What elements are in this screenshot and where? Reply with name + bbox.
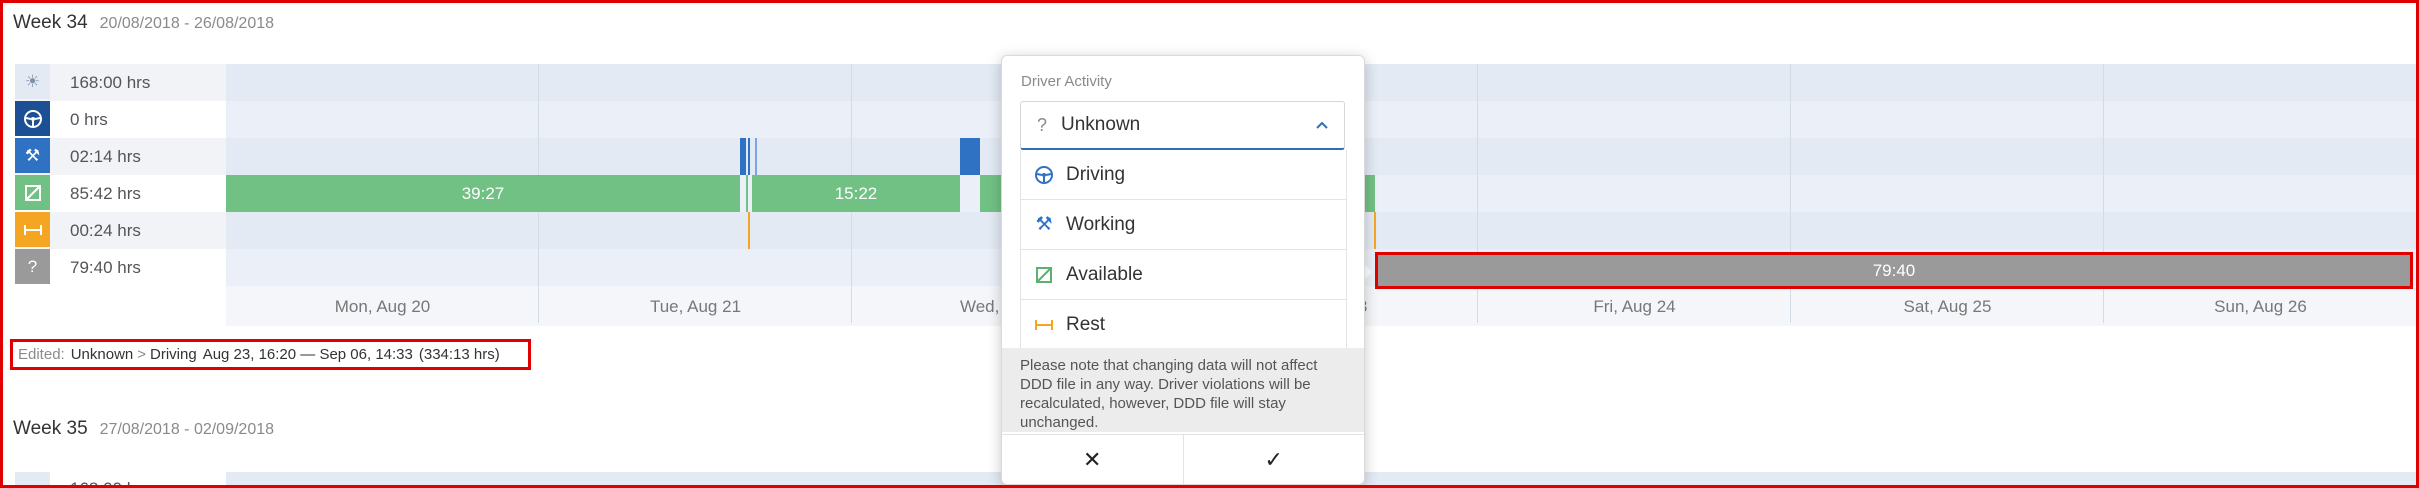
working-bar[interactable] xyxy=(748,138,750,175)
week-34-title: Week 34 xyxy=(13,12,88,33)
week-35-range: 27/08/2018 - 02/09/2018 xyxy=(99,421,275,438)
edit-summary: Edited: Unknown > Driving Aug 23, 16:20 … xyxy=(10,339,531,370)
steering-wheel-icon xyxy=(15,101,50,136)
hammers-icon: ⚒ xyxy=(1035,214,1053,235)
sun-icon xyxy=(15,472,50,485)
option-label: Available xyxy=(1066,263,1143,285)
option-available[interactable]: Available xyxy=(1021,250,1346,300)
rest-icon xyxy=(1033,314,1055,336)
available-bar[interactable] xyxy=(746,175,748,212)
option-label: Driving xyxy=(1066,163,1126,185)
edit-duration: (334:13 hrs) xyxy=(418,346,500,363)
edit-period: Aug 23, 16:20 — Sep 06, 14:33 xyxy=(202,346,413,363)
rest-icon xyxy=(15,212,50,247)
chevron-up-icon[interactable] xyxy=(1312,115,1332,135)
activity-select-value: Unknown xyxy=(1061,114,1141,135)
row-label-unknown: 79:40 hrs xyxy=(70,257,141,277)
activity-select[interactable]: ? Unknown xyxy=(1020,101,1345,150)
available-icon xyxy=(1033,264,1055,286)
row-label-working: 02:14 hrs xyxy=(70,146,141,166)
popup-title: Driver Activity xyxy=(1021,73,1112,90)
edit-from: Unknown xyxy=(70,346,134,363)
week-35-title: Week 35 xyxy=(13,418,88,439)
option-working[interactable]: ⚒ Working xyxy=(1021,200,1346,250)
option-label: Rest xyxy=(1066,313,1106,335)
sun-icon: ☀ xyxy=(15,64,50,99)
available-bar[interactable] xyxy=(980,175,1001,212)
option-rest[interactable]: Rest xyxy=(1021,300,1346,350)
week-34-header: Week 34 20/08/2018 - 26/08/2018 xyxy=(13,12,274,34)
available-bar[interactable] xyxy=(1365,175,1375,212)
popup-actions: ✕ ✓ xyxy=(1002,434,1364,484)
working-bar[interactable] xyxy=(960,138,980,175)
driver-activity-popup: Driver Activity ? Unknown Driving ⚒ Work… xyxy=(1001,55,1365,485)
available-bar-label: 15:22 xyxy=(834,183,878,203)
day-label: Sat, Aug 25 xyxy=(1903,296,1992,316)
unknown-bar-label: 79:40 xyxy=(1872,260,1916,280)
option-label: Working xyxy=(1066,213,1136,235)
timeline-frame: Week 34 20/08/2018 - 26/08/2018 ☀ 168:00 … xyxy=(0,0,2419,488)
row-label-available: 85:42 hrs xyxy=(70,183,141,203)
available-bar-label: 39:27 xyxy=(461,183,505,203)
day-label: Sun, Aug 26 xyxy=(2214,296,2307,316)
available-icon xyxy=(15,175,50,210)
edit-arrow: > xyxy=(137,346,147,363)
row-label-driving: 0 hrs xyxy=(70,109,108,129)
rest-bar[interactable] xyxy=(748,212,750,249)
confirm-button[interactable]: ✓ xyxy=(1182,435,1365,484)
edit-prefix: Edited: xyxy=(18,346,65,363)
day-label: Fri, Aug 24 xyxy=(1593,296,1676,316)
working-bar[interactable] xyxy=(740,138,746,175)
popup-notice: Please note that changing data will not … xyxy=(1002,348,1364,432)
row-label-total: 168:00 hrs xyxy=(70,72,151,92)
question-icon: ? xyxy=(15,249,50,284)
day-label: Tue, Aug 21 xyxy=(649,296,742,316)
row-label-rest: 00:24 hrs xyxy=(70,220,141,240)
week-35-header: Week 35 27/08/2018 - 02/09/2018 xyxy=(13,418,274,440)
week-35-row-label: 168:00 hrs xyxy=(70,477,150,485)
rest-bar[interactable] xyxy=(1374,212,1376,249)
question-icon: ? xyxy=(1037,114,1048,135)
hammers-icon: ⚒ xyxy=(15,138,50,173)
edit-to: Driving xyxy=(150,346,197,363)
steering-wheel-icon xyxy=(1033,164,1055,186)
working-bar[interactable] xyxy=(755,138,757,175)
week-34-range: 20/08/2018 - 26/08/2018 xyxy=(99,15,275,32)
day-label: Mon, Aug 20 xyxy=(334,296,431,316)
cancel-button[interactable]: ✕ xyxy=(1002,435,1183,484)
option-driving[interactable]: Driving xyxy=(1021,150,1346,200)
